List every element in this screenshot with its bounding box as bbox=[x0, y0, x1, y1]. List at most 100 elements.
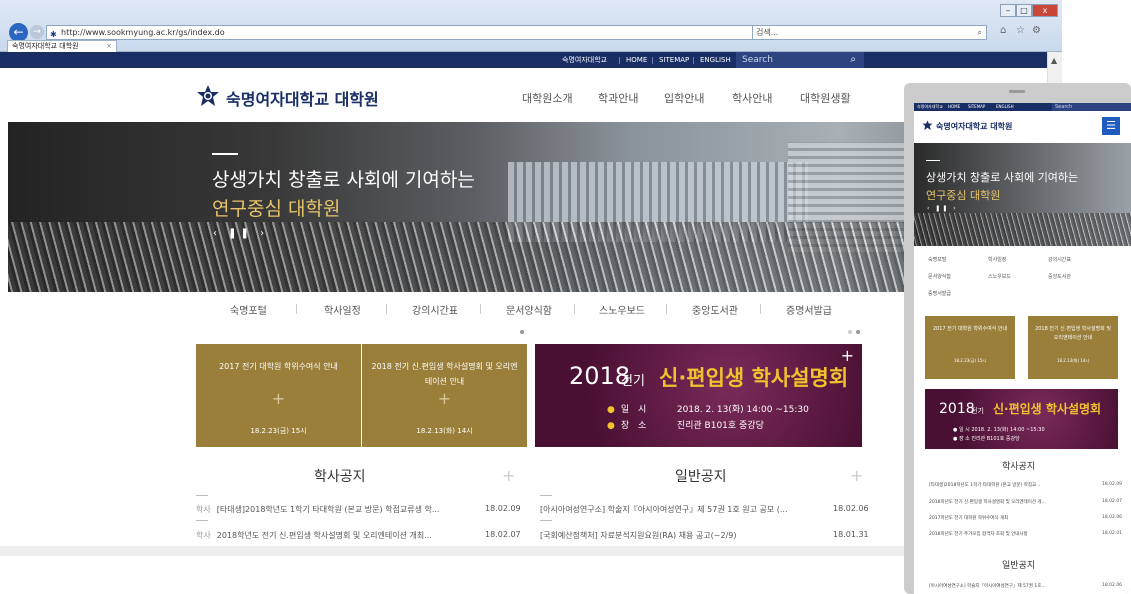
tab-close-icon[interactable]: × bbox=[106, 41, 112, 52]
academic-more-icon[interactable]: + bbox=[502, 466, 515, 485]
mobile-quicklink[interactable]: 강의시간표 bbox=[1048, 256, 1071, 263]
mobile-popup-card[interactable]: 2017 전기 대학원 학위수여식 안내 18.2.23(금) 15시 bbox=[925, 316, 1015, 379]
card-title: 2017 전기 대학원 학위수여식 안내 bbox=[219, 362, 338, 371]
notice-date: 18.02.07 bbox=[485, 530, 521, 539]
maximize-button[interactable]: □ bbox=[1016, 4, 1032, 17]
mobile-topbar-link[interactable]: SITEMAP bbox=[968, 103, 985, 111]
quicklink-library[interactable]: 중앙도서관 bbox=[692, 302, 738, 317]
popup-card-graduation[interactable]: 2017 전기 대학원 학위수여식 안내 + 18.2.23(금) 15시 bbox=[196, 344, 361, 447]
notice-title: [아시아여성연구소] 학술지『아시아여성연구』제 57권 1호 원고 공모 (.… bbox=[540, 505, 788, 514]
mobile-notice-item[interactable]: [아시아여성연구소] 학술지『아시아여성연구』제 57권 1호... bbox=[929, 583, 1089, 589]
footer-strip bbox=[0, 546, 1047, 556]
site-logo-text[interactable]: 숙명여자대학교 대학원 bbox=[226, 86, 379, 110]
mobile-banner[interactable]: 2018 전기 신·편입생 학사설명회 ● 일 시 2018. 2. 13(화)… bbox=[925, 389, 1118, 449]
mobile-academic-heading[interactable]: 학사공지 bbox=[1002, 459, 1035, 472]
notice-item[interactable]: 학사 [타대생]2018학년도 1학기 타대학원 (본교 방문) 학점교류생 학.… bbox=[196, 504, 439, 515]
popup-card-orientation[interactable]: 2018 전기 신.편입생 학사설명회 및 오리엔테이션 안내 + 18.2.1… bbox=[362, 344, 527, 447]
mobile-notice-date: 18.02.06 bbox=[1102, 583, 1123, 588]
mobile-general-heading[interactable]: 일반공지 bbox=[1002, 558, 1035, 571]
topbar-divider bbox=[693, 57, 694, 64]
mobile-topbar-link[interactable]: HOME bbox=[948, 103, 960, 111]
mobile-notice-item[interactable]: 2018학년도 전기 신.편입생 학사설명회 및 오리엔테이션 개... bbox=[929, 499, 1089, 505]
notice-date: 18.01.31 bbox=[833, 530, 869, 539]
mobile-notice-item[interactable]: 2018학년도 전기 추가모집 합격자 조회 및 안내사항 bbox=[929, 531, 1089, 537]
browser-search-box[interactable]: 검색... ⌕ bbox=[752, 25, 987, 40]
mobile-emblem-icon bbox=[922, 120, 933, 131]
mobile-quicklink[interactable]: 스노우보드 bbox=[988, 273, 1011, 280]
settings-gear-icon[interactable]: ⚙ bbox=[1032, 25, 1041, 36]
general-more-icon[interactable]: + bbox=[850, 466, 863, 485]
mobile-topbar-link[interactable]: 숙명여자대학교 bbox=[917, 103, 943, 111]
mobile-quicklink[interactable]: 증명서발급 bbox=[928, 290, 951, 297]
notice-divider bbox=[196, 520, 208, 521]
notice-date: 18.02.09 bbox=[485, 504, 521, 513]
browser-tab[interactable]: 숙명여자대학교 대학원 × bbox=[7, 40, 117, 52]
notice-item[interactable]: [아시아여성연구소] 학술지『아시아여성연구』제 57권 1호 원고 공모 (.… bbox=[540, 504, 788, 515]
forward-button[interactable]: → bbox=[30, 25, 44, 39]
mobile-topbar: 숙명여자대학교 HOME SITEMAP ENGLISH Search bbox=[914, 103, 1131, 111]
quicklink-portal[interactable]: 숙명포털 bbox=[230, 302, 267, 317]
mobile-popup-card[interactable]: 2018 전기 신.편입생 학사설명회 및 오리엔테이션 안내 18.2.13(… bbox=[1028, 316, 1118, 379]
minimize-button[interactable]: – bbox=[1000, 4, 1016, 17]
plus-icon: + bbox=[271, 389, 286, 408]
nav-item-departments[interactable]: 학과안내 bbox=[598, 90, 638, 106]
topbar-link-home[interactable]: HOME bbox=[626, 52, 647, 68]
banner-title: 신·편입생 학사설명회 bbox=[659, 366, 849, 390]
carousel-dot[interactable] bbox=[848, 330, 852, 334]
quicklink-certificates[interactable]: 증명서발급 bbox=[786, 302, 832, 317]
mobile-quicklink[interactable]: 문서양식함 bbox=[928, 273, 951, 280]
mobile-notice-date: 18.02.06 bbox=[1102, 515, 1123, 520]
mobile-notice-item[interactable]: 2017학년도 전기 대학원 학위수여식 개최 bbox=[929, 515, 1089, 521]
quicklink-calendar[interactable]: 학사일정 bbox=[324, 302, 361, 317]
window-controls: – □ x bbox=[1000, 4, 1058, 18]
card-title: 2018 전기 신.편입생 학사설명회 및 오리엔테이션 안내 bbox=[371, 362, 518, 386]
topbar-link-sitemap[interactable]: SITEMAP bbox=[659, 52, 689, 68]
carousel-dot[interactable] bbox=[520, 330, 524, 334]
mobile-quicklink[interactable]: 중앙도서관 bbox=[1048, 273, 1071, 280]
hero-accent-line bbox=[926, 160, 940, 161]
card-title: 2017 전기 대학원 학위수여식 안내 bbox=[932, 326, 1008, 332]
quicklink-forms[interactable]: 문서양식함 bbox=[506, 302, 552, 317]
carousel-dot[interactable] bbox=[856, 330, 860, 334]
mobile-logo-text[interactable]: 숙명여자대학교 대학원 bbox=[936, 121, 1012, 132]
academic-notice-heading[interactable]: 학사공지 bbox=[314, 466, 366, 486]
device-speaker bbox=[1009, 90, 1025, 93]
site-favicon-icon: ✱ bbox=[50, 30, 57, 39]
orientation-banner[interactable]: + 2018 전기 신·편입생 학사설명회 ● 일 시 2018. 2. 13(화)… bbox=[535, 344, 862, 447]
address-bar[interactable]: ✱ http://www.sookmyung.ac.kr/gs/index.do… bbox=[46, 25, 800, 40]
mobile-topbar-link[interactable]: ENGLISH bbox=[996, 103, 1014, 111]
bullet-icon: ● bbox=[607, 421, 615, 431]
notice-item[interactable]: 학사 2018학년도 전기 신.편입생 학사설명회 및 오리엔테이션 개최... bbox=[196, 530, 432, 541]
home-icon[interactable]: ⌂ bbox=[1000, 25, 1006, 36]
browser-chrome: ← → ✱ http://www.sookmyung.ac.kr/gs/inde… bbox=[0, 0, 1062, 52]
nav-item-admission[interactable]: 입학안내 bbox=[664, 90, 704, 106]
quicklink-timetable[interactable]: 강의시간표 bbox=[412, 302, 458, 317]
mobile-quicklink[interactable]: 숙명포털 bbox=[928, 256, 946, 263]
close-window-button[interactable]: x bbox=[1032, 4, 1058, 17]
scroll-up-icon[interactable]: ▲ bbox=[1051, 56, 1057, 65]
university-emblem-icon[interactable] bbox=[196, 84, 220, 108]
mobile-hero-line1: 상생가치 창출로 사회에 기여하는 bbox=[926, 171, 1079, 184]
hero-slide-controls[interactable]: ‹ ❚❚ › bbox=[213, 228, 268, 239]
favorites-icon[interactable]: ☆ bbox=[1016, 25, 1025, 36]
mobile-search-input[interactable]: Search bbox=[1052, 103, 1131, 111]
hero-trees-image bbox=[914, 213, 1131, 246]
search-icon[interactable]: ⌕ bbox=[978, 26, 982, 39]
card-date: 18.2.23(금) 15시 bbox=[953, 358, 987, 363]
hamburger-menu-icon[interactable]: ☰ bbox=[1102, 117, 1120, 135]
quicklink-snowboard[interactable]: 스노우보드 bbox=[599, 302, 645, 317]
general-notice-heading[interactable]: 일반공지 bbox=[675, 466, 727, 486]
mobile-hero-controls[interactable]: ‹ ❚❚ › bbox=[927, 205, 958, 212]
search-icon[interactable]: ⌕ bbox=[850, 52, 856, 68]
site-search-input[interactable]: Search ⌕ bbox=[736, 52, 864, 68]
topbar-link-english[interactable]: ENGLISH bbox=[700, 52, 731, 68]
nav-item-about[interactable]: 대학원소개 bbox=[522, 90, 573, 106]
mobile-notice-item[interactable]: [타대생]2018학년도 1학기 타대학원 (본교 방문) 학점교... bbox=[929, 482, 1089, 488]
notice-item[interactable]: [국회예산정책처] 자료분석지원요원(RA) 채용 공고(~2/9) bbox=[540, 530, 736, 541]
topbar-link-university[interactable]: 숙명여자대학교 bbox=[562, 52, 607, 68]
hero-headline-line1: 상생가치 창출로 사회에 기여하는 bbox=[212, 169, 475, 191]
notice-divider bbox=[540, 520, 552, 521]
mobile-quicklink[interactable]: 학사일정 bbox=[988, 256, 1006, 263]
nav-item-student-life[interactable]: 대학원생활 bbox=[800, 90, 851, 106]
nav-item-academics[interactable]: 학사안내 bbox=[732, 90, 772, 106]
